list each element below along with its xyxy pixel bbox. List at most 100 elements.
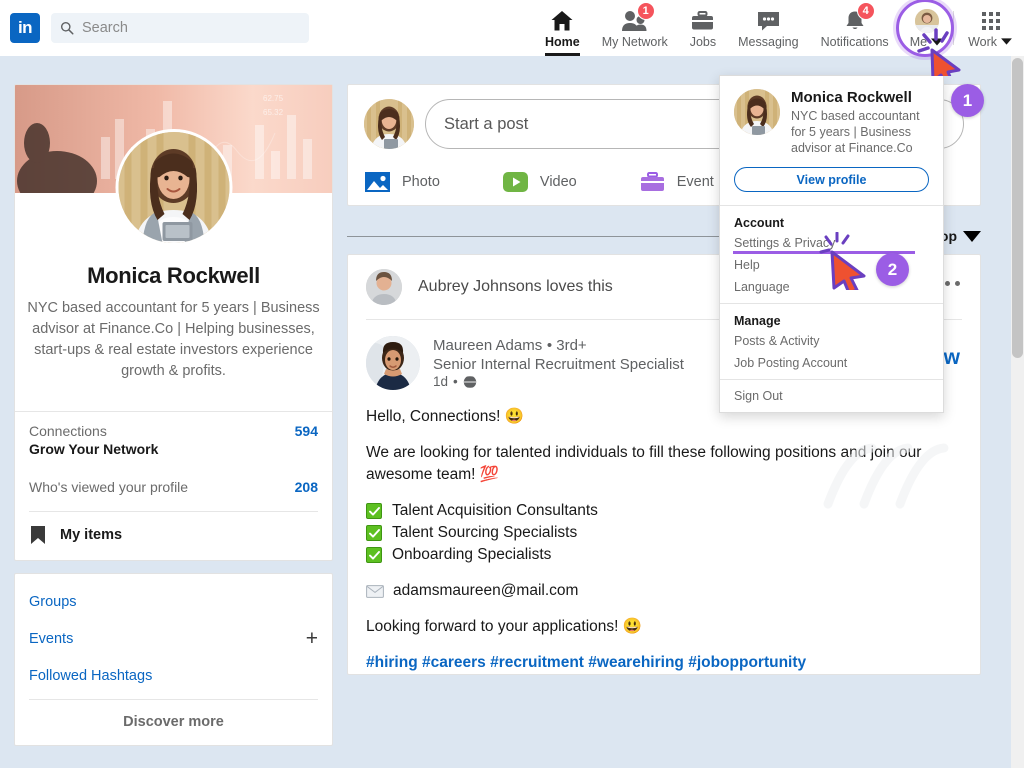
stat-connections-sublabel: Grow Your Network [29, 441, 159, 457]
add-event-icon[interactable]: + [306, 628, 318, 649]
bookmark-icon [31, 526, 45, 544]
nav-item-me[interactable]: Me [895, 0, 954, 57]
video-play-icon [502, 172, 528, 192]
reactor-avatar-image [366, 269, 402, 305]
profile-headline: NYC based accountant for 5 years | Busin… [27, 300, 320, 379]
chevron-down-icon [1001, 38, 1012, 45]
post-body: Hello, Connections! 😃 We are looking for… [348, 390, 980, 674]
hundred-points-emoji: 💯 [479, 466, 500, 483]
stat-connections-label: Connections [29, 423, 107, 439]
post-author-avatar[interactable] [366, 336, 420, 390]
post-meta-separator: • [453, 374, 458, 389]
nav-item-my-network-label: My Network [601, 34, 668, 49]
notifications-badge: 4 [856, 2, 875, 20]
globe-icon [462, 374, 477, 389]
composer-photo-button[interactable]: Photo [364, 171, 440, 193]
sidebar-item-groups[interactable]: Groups [29, 588, 318, 625]
sidebar-item-followed-hashtags[interactable]: Followed Hashtags [29, 662, 318, 699]
search-input[interactable]: Search [51, 13, 309, 43]
sidebar-item-my-items[interactable]: My items [15, 512, 332, 560]
annotation-badge-2: 2 [876, 253, 909, 286]
nav-item-jobs-label: Jobs [689, 34, 717, 49]
home-icon [550, 8, 574, 34]
stat-profile-views[interactable]: Who's viewed your profile 208 [29, 479, 318, 495]
photo-icon [365, 172, 390, 192]
linkedin-logo[interactable]: in [10, 13, 40, 43]
profile-avatar-image [118, 132, 229, 243]
post-time: 1d [433, 374, 449, 389]
top-navigation-bar: in Search Home 1 My Network Jobs Messagi… [0, 0, 1024, 57]
dropdown-name: Monica Rockwell [791, 89, 912, 106]
grinning-face-emoji: 😃 [504, 408, 525, 425]
post-hashtags[interactable]: #hiring #careers #recruitment #wearehiri… [366, 652, 962, 674]
nav-item-messaging[interactable]: Messaging [727, 0, 809, 56]
active-underline [545, 53, 580, 56]
nav-item-notifications[interactable]: 4 Notifications [810, 0, 900, 56]
annotation-badge-1: 1 [951, 84, 984, 117]
dropdown-avatar[interactable] [734, 89, 780, 135]
menu-item-settings-privacy[interactable]: Settings & Privacy [720, 233, 943, 255]
composer-event-button[interactable]: Event [639, 171, 714, 193]
position-label: Onboarding Specialists [392, 546, 552, 563]
composer-video-button[interactable]: Video [502, 171, 577, 193]
stat-connections[interactable]: Connections Grow Your Network 594 [29, 423, 318, 457]
svg-text:65.32: 65.32 [263, 108, 284, 117]
sidebar-links-card: Groups Events + Followed Hashtags Discov… [14, 573, 333, 746]
stat-profile-views-label: Who's viewed your profile [29, 479, 189, 495]
menu-item-job-posting-account[interactable]: Job Posting Account [720, 353, 943, 379]
post-author-name[interactable]: Maureen Adams • 3rd+ [433, 336, 684, 355]
discover-more-button[interactable]: Discover more [29, 700, 318, 745]
menu-item-sign-out[interactable]: Sign Out [720, 380, 943, 412]
nav-item-work[interactable]: Work [957, 0, 1024, 56]
composer-video-label: Video [539, 174, 577, 190]
menu-item-posts-activity[interactable]: Posts & Activity [720, 331, 943, 353]
menu-item-help[interactable]: Help [720, 255, 943, 277]
search-placeholder: Search [82, 20, 128, 36]
my-items-label: My items [60, 527, 123, 543]
page-scrollbar[interactable] [1011, 56, 1024, 768]
composer-photo-label: Photo [402, 174, 440, 190]
composer-event-label: Event [676, 174, 714, 190]
my-network-badge: 1 [636, 2, 655, 20]
post-author-name-text: Maureen Adams [433, 337, 543, 354]
sidebar-item-events[interactable]: Events + [29, 625, 318, 662]
sidebar-item-events-label: Events [29, 631, 74, 647]
check-mark-icon [366, 503, 382, 519]
me-dropdown-menu: Monica Rockwell NYC based accountant for… [719, 75, 944, 413]
profile-card: 62.75 65.32 Monica Rockwell NYC based ac… [14, 84, 333, 561]
nav-item-home[interactable]: Home [534, 0, 591, 56]
post-author-avatar-image [366, 336, 420, 390]
composer-avatar-image [364, 99, 414, 149]
position-label: Talent Acquisition Consultants [392, 502, 598, 519]
dropdown-headline: NYC based accountant for 5 years | Busin… [791, 109, 920, 155]
caret-down-icon[interactable] [963, 230, 981, 242]
scrollbar-thumb[interactable] [1012, 58, 1023, 358]
event-briefcase-icon [640, 172, 664, 191]
post-reaction-text: Aubrey Johnsons loves this [418, 278, 613, 295]
message-bubble-icon [756, 8, 781, 34]
grid-apps-icon [980, 8, 1002, 34]
me-highlight-ring [895, 0, 954, 57]
dropdown-profile-row: Monica Rockwell NYC based accountant for… [720, 76, 943, 156]
dropdown-avatar-image [734, 89, 780, 135]
composer-avatar[interactable] [364, 99, 414, 149]
envelope-icon [366, 584, 384, 598]
nav-item-my-network[interactable]: 1 My Network [591, 0, 679, 56]
stat-profile-views-value: 208 [294, 479, 318, 495]
list-item: Onboarding Specialists [366, 544, 962, 566]
profile-avatar[interactable] [115, 129, 232, 246]
view-profile-button[interactable]: View profile [734, 167, 929, 192]
nav-item-jobs[interactable]: Jobs [679, 0, 727, 56]
page-title: Monica Rockwell [87, 263, 260, 288]
grinning-face-emoji: 😃 [622, 618, 643, 635]
svg-text:62.75: 62.75 [263, 94, 284, 103]
post-email[interactable]: adamsmaureen@mail.com [393, 580, 578, 602]
left-sidebar: 62.75 65.32 Monica Rockwell NYC based ac… [14, 84, 333, 746]
list-item: Talent Sourcing Specialists [366, 522, 962, 544]
post-greeting: Hello, Connections! [366, 408, 501, 425]
reactor-avatar[interactable] [366, 269, 402, 305]
menu-item-language[interactable]: Language [720, 277, 943, 303]
nav-items: Home 1 My Network Jobs Messaging 4 Notif… [534, 0, 1024, 57]
sidebar-item-groups-label: Groups [29, 594, 77, 610]
stat-connections-value: 594 [294, 423, 318, 439]
